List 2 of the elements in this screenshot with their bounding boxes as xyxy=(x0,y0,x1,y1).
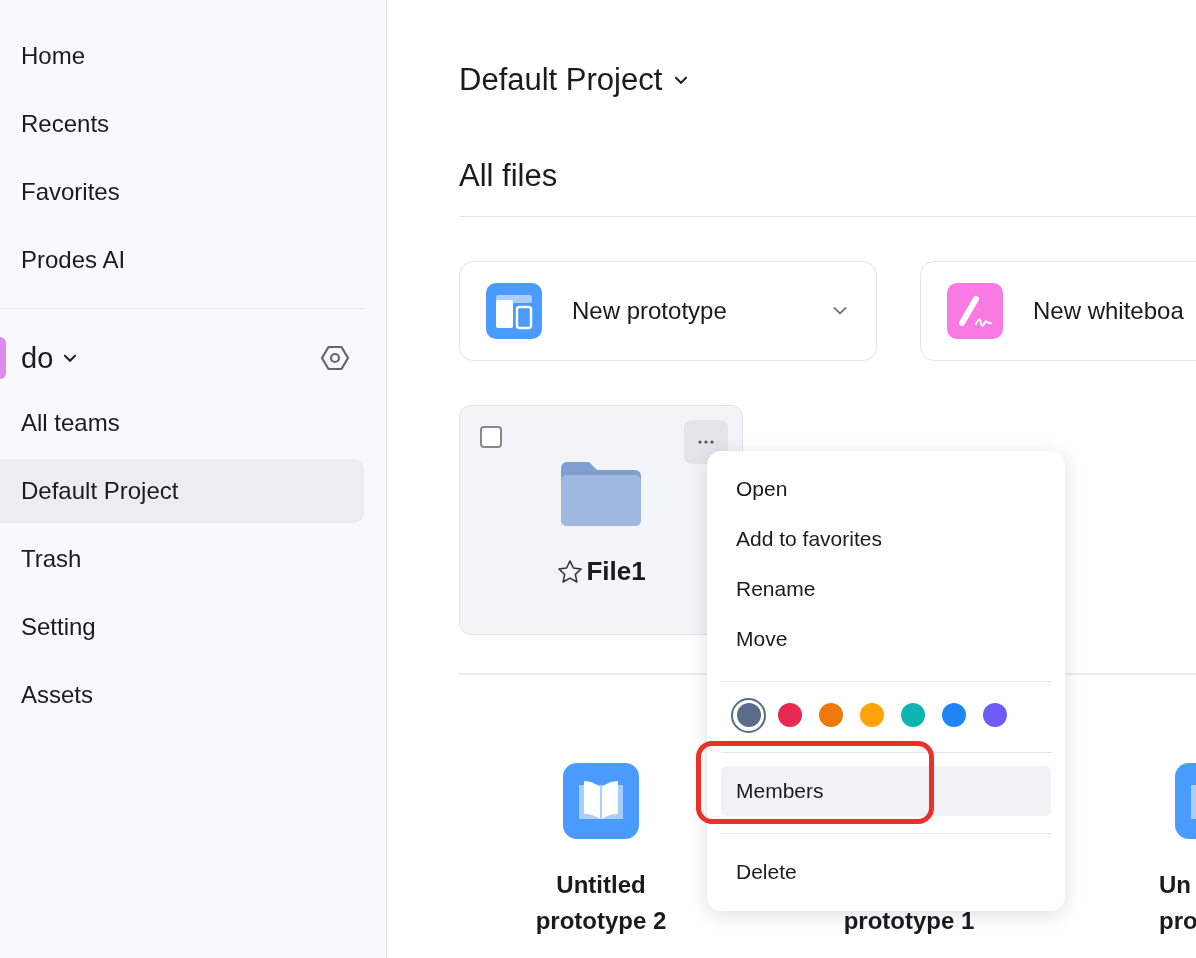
section-title: All files xyxy=(459,158,559,194)
folder-name: File1 xyxy=(586,556,646,587)
